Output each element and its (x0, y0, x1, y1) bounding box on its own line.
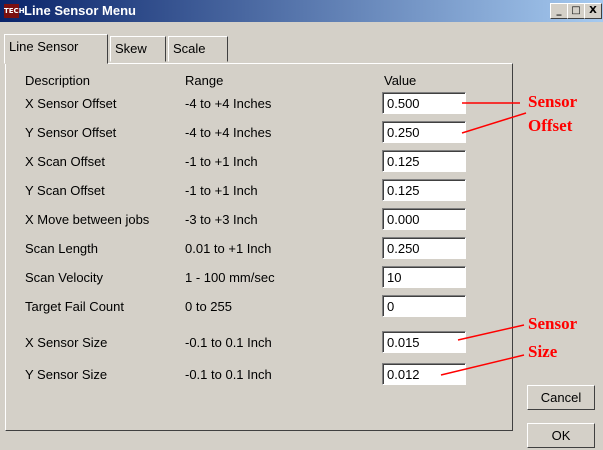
row-range: 0 to 255 (185, 299, 232, 314)
row-range: -3 to +3 Inch (185, 212, 258, 227)
x-move-between-jobs-input[interactable] (382, 208, 466, 230)
title-bar[interactable]: TECH Line Sensor Menu _ □ X (0, 0, 603, 22)
x-scan-offset-input[interactable] (382, 150, 466, 172)
row-range: 0.01 to +1 Inch (185, 241, 272, 256)
ok-button[interactable]: OK (527, 423, 595, 448)
row-description: X Scan Offset (25, 154, 105, 169)
row-description: X Sensor Size (25, 335, 108, 350)
row-description: Scan Velocity (25, 270, 104, 285)
annotation-sensor-size-line2: Size (528, 342, 558, 361)
app-icon: TECH (4, 4, 25, 18)
row-description: X Sensor Offset (25, 96, 117, 111)
row-description: Target Fail Count (25, 299, 124, 314)
tab-scale[interactable]: Scale (168, 36, 228, 62)
y-sensor-size-input[interactable] (382, 363, 466, 385)
close-button[interactable]: X (584, 3, 602, 19)
tab-line-sensor[interactable]: Line Sensor (4, 34, 108, 64)
row-range: -4 to +4 Inches (185, 125, 272, 140)
annotation-sensor-size-line1: Sensor (528, 314, 578, 333)
row-range: -0.1 to 0.1 Inch (185, 367, 272, 382)
row-description: X Move between jobs (25, 212, 150, 227)
cancel-button[interactable]: Cancel (527, 385, 595, 410)
scan-length-input[interactable] (382, 237, 466, 259)
x-sensor-offset-input[interactable] (382, 92, 466, 114)
row-range: -4 to +4 Inches (185, 96, 272, 111)
maximize-button[interactable]: □ (567, 3, 585, 19)
minimize-button[interactable]: _ (550, 3, 568, 19)
header-description: Description (25, 73, 91, 88)
window-title: Line Sensor Menu (24, 3, 136, 18)
tab-skew[interactable]: Skew (110, 36, 166, 62)
annotation-sensor-offset-line2: Offset (528, 116, 573, 135)
header-value: Value (384, 73, 417, 88)
row-description: Y Scan Offset (25, 183, 105, 198)
target-fail-count-input[interactable] (382, 295, 466, 317)
x-sensor-size-input[interactable] (382, 331, 466, 353)
scan-velocity-input[interactable] (382, 266, 466, 288)
y-scan-offset-input[interactable] (382, 179, 466, 201)
row-range: -1 to +1 Inch (185, 183, 258, 198)
row-description: Scan Length (25, 241, 99, 256)
row-description: Y Sensor Offset (25, 125, 117, 140)
row-range: -0.1 to 0.1 Inch (185, 335, 272, 350)
header-range: Range (185, 73, 224, 88)
y-sensor-offset-input[interactable] (382, 121, 466, 143)
row-description: Y Sensor Size (25, 367, 108, 382)
row-range: 1 - 100 mm/sec (185, 270, 275, 285)
row-range: -1 to +1 Inch (185, 154, 258, 169)
annotation-sensor-offset-line1: Sensor (528, 92, 578, 111)
